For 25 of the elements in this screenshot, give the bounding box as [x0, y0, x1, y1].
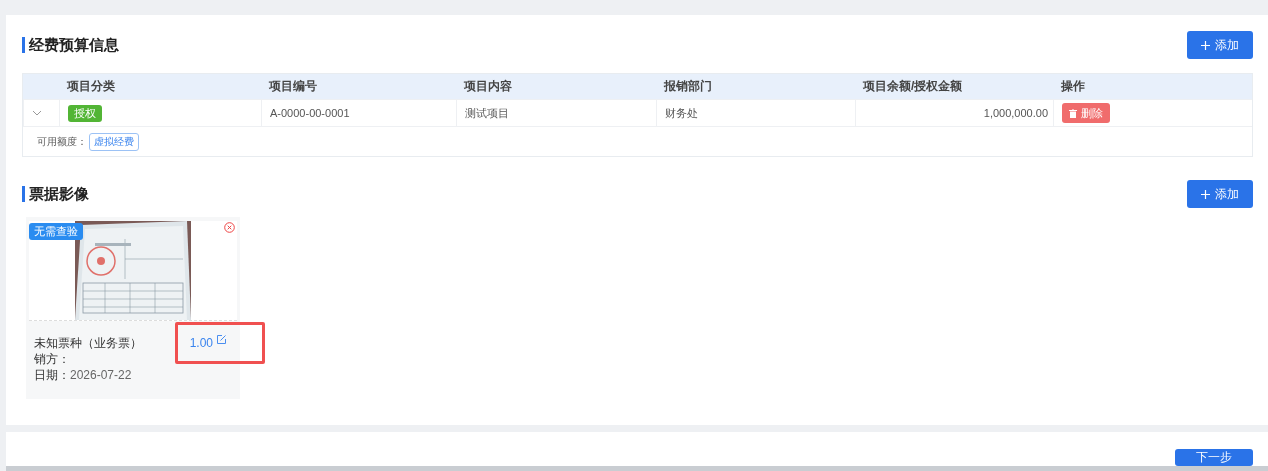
detail-label: 可用额度：	[37, 134, 87, 149]
category-tag: 授权	[68, 104, 102, 122]
section-title: 票据影像	[22, 186, 89, 202]
delete-button[interactable]: 删除	[1062, 103, 1110, 123]
fund-tag: 虚拟经费	[89, 132, 139, 151]
add-button[interactable]: 添加	[1187, 31, 1253, 59]
invoice-date: 2026-07-22	[70, 368, 132, 382]
section-title: 经费预算信息	[22, 37, 119, 53]
amount-link[interactable]: 1.00	[189, 335, 213, 351]
table-cell: 1,000,000.00	[855, 99, 1053, 126]
status-badge: 无需查验	[29, 223, 83, 240]
trash-icon	[1069, 108, 1077, 118]
next-button[interactable]: 下一步	[1175, 449, 1253, 466]
table-cell: 财务处	[656, 99, 855, 126]
date-label: 日期：	[34, 368, 70, 382]
table-cell: A-0000-00-0001	[261, 99, 456, 126]
close-icon[interactable]	[224, 222, 235, 233]
chevron-icon[interactable]	[32, 110, 42, 116]
add-button[interactable]: 添加	[1187, 180, 1253, 208]
plus-icon	[1201, 189, 1210, 199]
table-cell: 测试项目	[456, 99, 656, 126]
plus-icon	[1201, 40, 1210, 50]
seller-label: 销方：	[34, 351, 71, 367]
invoice-type: 未知票种（业务票）	[34, 335, 142, 351]
edit-icon[interactable]	[217, 335, 226, 344]
